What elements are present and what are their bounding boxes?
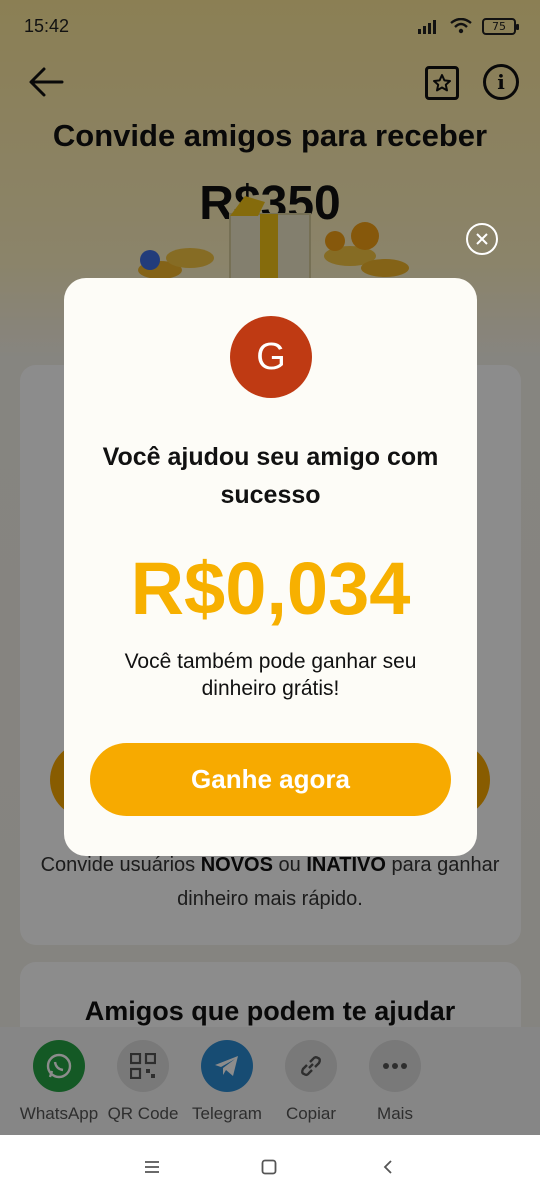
earn-now-button[interactable]: Ganhe agora: [90, 743, 451, 816]
success-modal: G Você ajudou seu amigo com sucesso R$0,…: [64, 278, 477, 856]
chevron-left-icon: [383, 1160, 392, 1174]
modal-amount: R$0,034: [130, 547, 411, 630]
home-square-icon: [261, 1159, 277, 1175]
friend-avatar: G: [230, 316, 312, 398]
close-button[interactable]: [466, 223, 498, 255]
page-background: 15:42 75 i Convide amigos para receber R…: [0, 0, 540, 1200]
menu-button[interactable]: [137, 1155, 167, 1179]
close-icon: [476, 233, 488, 245]
system-nav-bar: [0, 1135, 540, 1200]
home-button[interactable]: [254, 1155, 284, 1179]
back-nav-button[interactable]: [373, 1155, 403, 1179]
modal-title: Você ajudou seu amigo com sucesso: [102, 443, 439, 509]
menu-icon: [145, 1161, 159, 1173]
modal-subtitle: Você também pode ganhar seu dinheiro grá…: [124, 650, 417, 700]
